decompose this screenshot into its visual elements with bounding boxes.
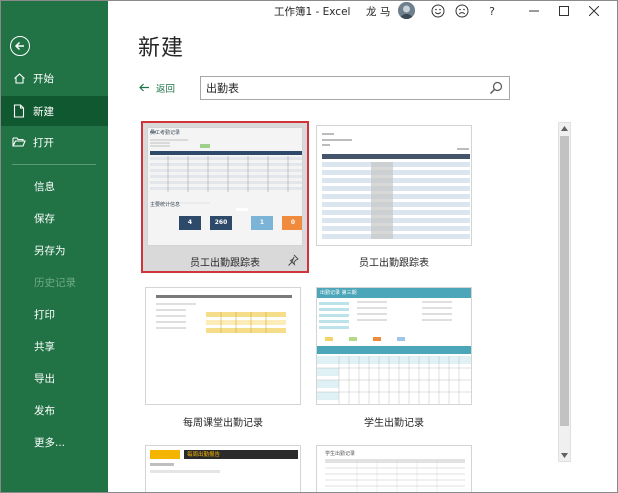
stat-value: 1 <box>259 219 265 226</box>
back-link-label: 返回 <box>156 84 176 95</box>
search-input[interactable] <box>201 81 481 95</box>
template-label: 员工出勤跟踪表 <box>359 258 429 269</box>
sidebar-item-label: 新建 <box>33 105 54 118</box>
sidebar-item-label: 开始 <box>33 72 54 85</box>
stat-value: 0 <box>290 219 296 226</box>
smile-icon[interactable] <box>430 3 446 19</box>
sidebar-item-history: 历史记录 <box>0 267 108 297</box>
sidebar-item-print[interactable]: 打印 <box>0 299 108 329</box>
template-label: 员工出勤跟踪表 <box>190 258 260 269</box>
stat-value: 260 <box>214 219 228 226</box>
close-icon[interactable] <box>586 3 602 19</box>
back-link[interactable]: 返回 <box>139 81 175 95</box>
thumbnail-preview <box>146 446 300 493</box>
sidebar-item-save[interactable]: 保存 <box>0 203 108 233</box>
back-button[interactable] <box>10 36 30 56</box>
template-thumbnail: 员工考勤记录 主要统计信息 4 260 1 0 <box>147 127 303 246</box>
template-card-employee-attendance[interactable]: 员工考勤记录 主要统计信息 4 260 1 0 员工出勤跟踪表 <box>141 121 309 273</box>
template-thumbnail <box>316 125 472 246</box>
pin-icon[interactable] <box>287 254 299 266</box>
template-card-student-attendance[interactable]: 出勤记录 第三期 学生出勤记录 <box>314 285 474 430</box>
vertical-scrollbar[interactable] <box>558 122 571 462</box>
frown-icon[interactable] <box>454 3 470 19</box>
help-glyph: ? <box>489 4 495 18</box>
template-card-weekly-attendance-report[interactable]: 每周出勤报告 <box>143 443 303 493</box>
template-thumbnail: 每周出勤报告 <box>145 445 301 493</box>
sidebar-item-label: 导出 <box>34 372 55 385</box>
title-bar: 工作簿1 - Excel 龙 马 ? <box>108 0 618 22</box>
template-thumbnail <box>145 287 301 405</box>
template-card-employee-attendance-2[interactable]: 员工出勤跟踪表 <box>314 123 474 273</box>
search-icon[interactable] <box>489 81 503 95</box>
sidebar-item-label: 保存 <box>34 212 55 225</box>
sidebar-item-label: 共享 <box>34 340 55 353</box>
template-label: 学生出勤记录 <box>364 418 424 429</box>
thumbnail-preview <box>317 126 471 245</box>
backstage-sidebar: 开始 新建 打开 信息 保存 另存为 历史记录 打印 共享 导出 发布 更多..… <box>0 0 108 493</box>
sidebar-item-label: 发布 <box>34 404 55 417</box>
thumbnail-preview <box>317 288 471 404</box>
folder-open-icon <box>12 135 26 149</box>
thumbnail-title: 出勤记录 第三期 <box>320 290 357 296</box>
stat-value: 4 <box>187 219 193 226</box>
help-icon[interactable]: ? <box>484 3 500 19</box>
scroll-down-icon[interactable] <box>559 450 570 461</box>
template-label: 每周课堂出勤记录 <box>183 418 263 429</box>
sidebar-item-more[interactable]: 更多... <box>0 427 108 457</box>
minimize-icon[interactable] <box>526 3 542 19</box>
sidebar-item-label: 历史记录 <box>34 276 76 289</box>
thumbnail-preview <box>146 288 300 404</box>
sidebar-item-label: 打印 <box>34 308 55 321</box>
avatar[interactable] <box>398 2 415 19</box>
thumbnail-title: 员工考勤记录 <box>150 130 181 136</box>
sidebar-item-label: 打开 <box>33 136 54 149</box>
template-search <box>200 76 510 100</box>
sidebar-item-export[interactable]: 导出 <box>0 363 108 393</box>
thumbnail-title: 每周出勤报告 <box>187 452 221 458</box>
template-thumbnail: 出勤记录 第三期 <box>316 287 472 405</box>
new-document-icon <box>12 104 26 118</box>
sidebar-item-info[interactable]: 信息 <box>0 171 108 201</box>
sidebar-item-home[interactable]: 开始 <box>0 63 108 93</box>
scroll-up-icon[interactable] <box>559 123 570 134</box>
template-card-weekly-class-attendance[interactable]: 每周课堂出勤记录 <box>143 285 303 430</box>
home-icon <box>12 71 26 85</box>
arrow-left-icon <box>14 41 24 51</box>
sidebar-item-save-as[interactable]: 另存为 <box>0 235 108 265</box>
user-name[interactable]: 龙 马 <box>366 4 390 19</box>
sidebar-item-label: 信息 <box>34 180 55 193</box>
sidebar-item-share[interactable]: 共享 <box>0 331 108 361</box>
scroll-thumb[interactable] <box>560 136 569 426</box>
sidebar-divider <box>12 164 96 165</box>
sidebar-item-open[interactable]: 打开 <box>0 127 108 157</box>
thumbnail-preview <box>148 128 302 245</box>
thumbnail-summary-title: 主要统计信息 <box>150 202 181 208</box>
arrow-left-icon <box>139 81 150 95</box>
window-title: 工作簿1 - Excel <box>274 6 351 18</box>
maximize-icon[interactable] <box>556 3 572 19</box>
thumbnail-title: 学生出勤记录 <box>325 451 356 457</box>
page-title: 新建 <box>138 36 185 61</box>
sidebar-item-label: 另存为 <box>34 244 66 257</box>
template-card-student-attendance-2[interactable]: 学生出勤记录 <box>314 443 474 493</box>
template-thumbnail: 学生出勤记录 <box>316 445 472 493</box>
sidebar-item-publish[interactable]: 发布 <box>0 395 108 425</box>
sidebar-item-new[interactable]: 新建 <box>0 96 108 126</box>
sidebar-item-label: 更多... <box>34 436 66 449</box>
